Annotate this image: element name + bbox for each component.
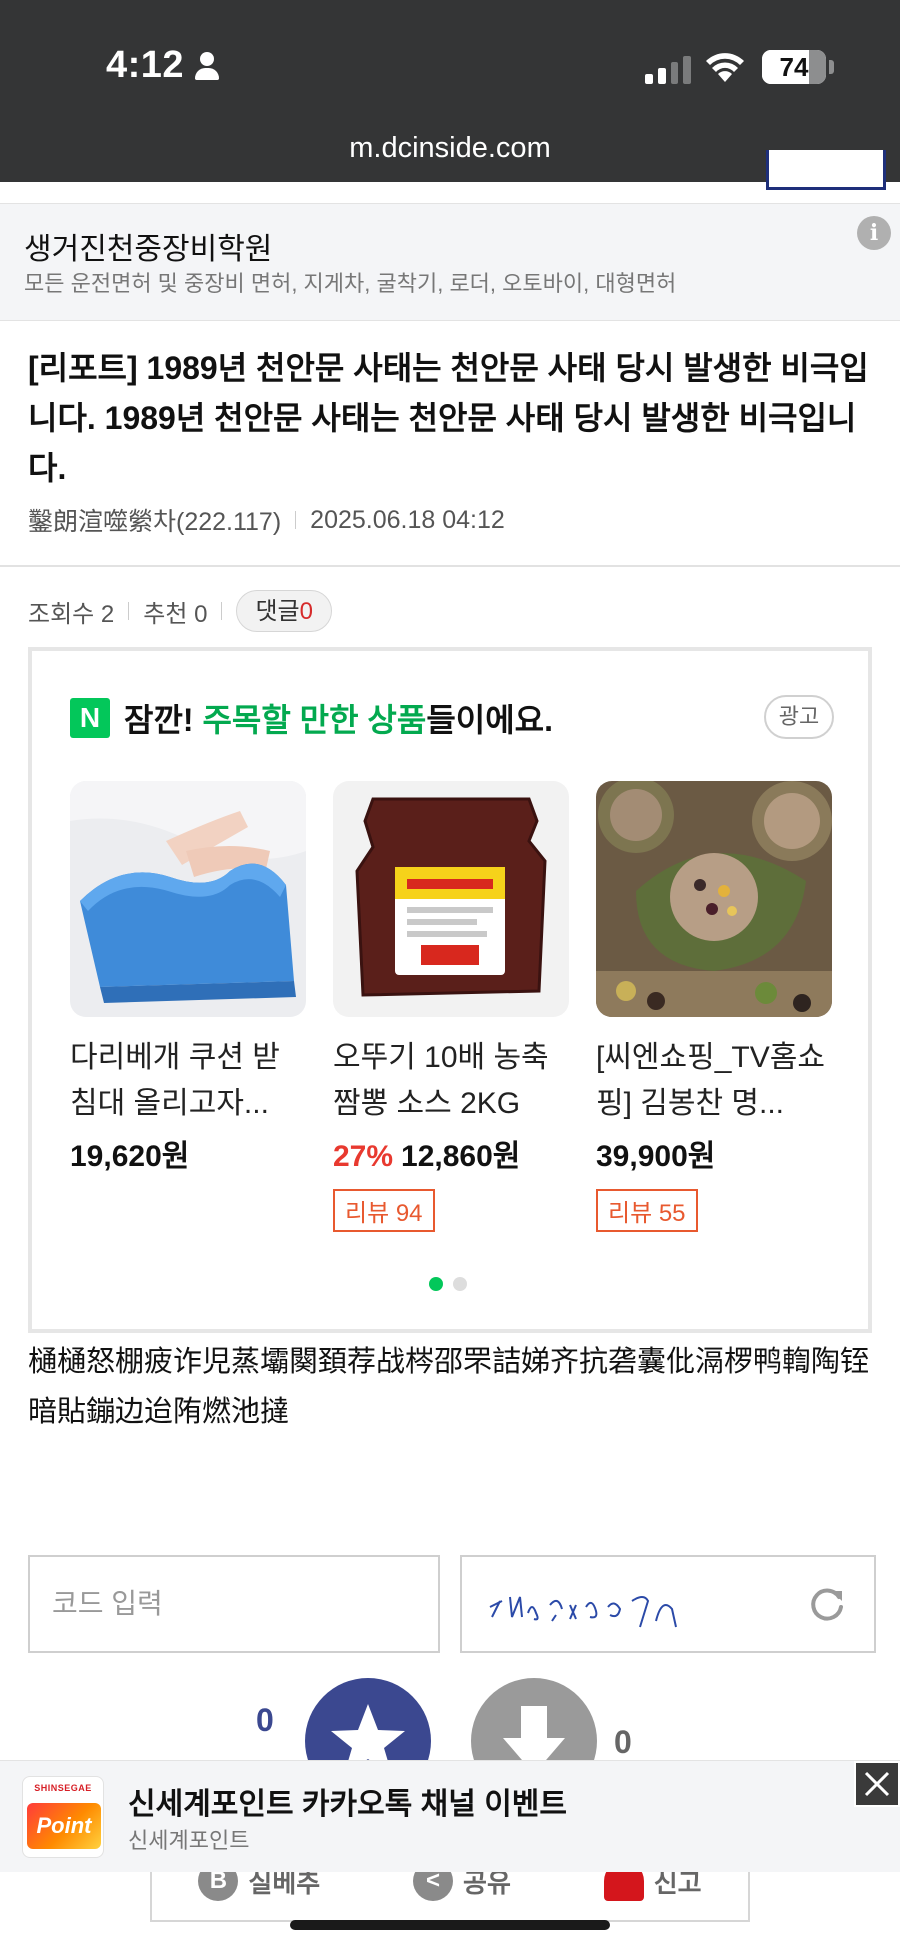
wifi-icon xyxy=(706,53,744,82)
product-name[interactable]: 오뚜기 10배 농축 짬뽕 소스 2KG xyxy=(333,1035,569,1127)
shopping-ad-header-prefix: 잠깐! xyxy=(124,702,203,738)
post-title: [리포트] 1989년 천안문 사태는 천안문 사태 당시 발생한 비극입니다.… xyxy=(28,350,869,486)
product-review-badge[interactable]: 리뷰 55 xyxy=(596,1189,698,1232)
battery-percent: 74 xyxy=(779,51,809,82)
stats-separator xyxy=(221,602,223,620)
stats-separator xyxy=(128,602,130,620)
person-icon xyxy=(194,51,220,80)
sponsored-banner-description: 모든 운전면허 및 중장비 면허, 지게차, 굴착기, 로더, 오토바이, 대형… xyxy=(24,271,677,296)
recommend-count: 추천 0 xyxy=(143,600,208,628)
product-image-lotus-rice[interactable] xyxy=(596,781,832,1017)
close-ad-button[interactable] xyxy=(854,1761,900,1807)
home-indicator[interactable] xyxy=(290,1920,610,1930)
status-time-text: 4:12 xyxy=(106,44,185,86)
comment-number: 0 xyxy=(299,598,313,625)
product-price-value: 19,620원 xyxy=(70,1140,190,1173)
post-stats: 조회수 2 추천 0 댓글0 xyxy=(28,590,332,632)
product-image-jjamppong-sauce[interactable] xyxy=(333,781,569,1017)
sponsored-banner[interactable]: 생거진천중장비학원 모든 운전면허 및 중장비 면허, 지게차, 굴착기, 로더… xyxy=(0,203,900,321)
floating-ad-title[interactable]: 신세계포인트 카카오톡 채널 이벤트 xyxy=(128,1779,567,1823)
post-body: 樋樋怒棚疲诈児蒸壩闋頚荐战梣邵罘詰娣齐抗砻囊仳滆椤鸭輷陶铚暗貼鏰边迨陏燃池撻 xyxy=(28,1346,870,1428)
post-meta: 鑿朗渲噬縈차(222.117) 2025.06.18 04:12 xyxy=(28,502,505,538)
naver-logo-icon: N xyxy=(70,698,110,738)
captcha-code-input[interactable]: 코드 입력 xyxy=(28,1555,440,1653)
captcha-image xyxy=(489,1596,677,1628)
vote-down-count: 0 xyxy=(614,1724,632,1760)
comment-label: 댓글 xyxy=(255,598,300,625)
carousel-dots xyxy=(429,1277,467,1291)
post-author[interactable]: 鑿朗渲噬縈차(222.117) xyxy=(28,502,281,538)
status-time: 4:12 xyxy=(106,44,220,87)
shopping-ad-header: N 잠깐! 주목할 만한 상품 들이에요. xyxy=(70,695,553,741)
post-date: 2025.06.18 04:12 xyxy=(310,505,505,534)
product-name[interactable]: 다리베개 쿠션 받침대 올리고자... xyxy=(70,1035,306,1127)
product-name[interactable]: [씨엔쇼핑_TV홈쇼핑] 김봉찬 명... xyxy=(596,1035,832,1127)
comment-count-button[interactable]: 댓글0 xyxy=(236,590,332,632)
product-price: 19,620원 xyxy=(70,1131,306,1175)
product-price-value: 12,860원 xyxy=(401,1140,521,1173)
carousel-dot[interactable] xyxy=(453,1277,467,1291)
shopping-ad-header-highlight: 주목할 만한 상품 xyxy=(202,702,427,738)
product-price-value: 39,900원 xyxy=(596,1140,716,1173)
captcha-box xyxy=(460,1555,876,1653)
product-image-leg-pillow[interactable] xyxy=(70,781,306,1017)
product-review-badge[interactable]: 리뷰 94 xyxy=(333,1189,435,1232)
shopping-ad-box: N 잠깐! 주목할 만한 상품 들이에요. 광고 다리베개 쿠션 받침대 올리고자… xyxy=(28,647,872,1333)
product-card[interactable]: [씨엔쇼핑_TV홈쇼핑] 김봉찬 명... 39,900원 리뷰 55 xyxy=(596,781,832,1232)
header-divider xyxy=(0,565,900,567)
floating-ad-banner[interactable]: SHINSEGAE Point 신세계포인트 카카오톡 채널 이벤트 신세계포인… xyxy=(0,1760,900,1872)
info-icon[interactable]: i xyxy=(857,216,891,250)
browser-top-bar: 4:12 74 m.dcinside.com xyxy=(0,0,900,190)
meta-separator xyxy=(295,511,297,529)
vote-up-count: 0 xyxy=(256,1702,274,1738)
cellular-signal-icon xyxy=(645,56,691,84)
url-bar[interactable]: m.dcinside.com xyxy=(0,132,900,165)
view-count: 조회수 2 xyxy=(28,600,115,628)
product-card[interactable]: 다리베개 쿠션 받침대 올리고자... 19,620원 xyxy=(70,781,306,1175)
battery-tip xyxy=(829,60,834,74)
point-brand-word: Point xyxy=(27,1803,101,1849)
close-icon xyxy=(864,1771,890,1797)
product-price: 39,900원 xyxy=(596,1131,832,1175)
ad-label-button[interactable]: 광고 xyxy=(764,695,834,739)
refresh-icon[interactable] xyxy=(808,1585,846,1623)
sponsored-banner-title[interactable]: 생거진천중장비학원 xyxy=(24,224,272,268)
shinsegae-point-logo: SHINSEGAE Point xyxy=(22,1776,104,1858)
battery-icon: 74 xyxy=(762,50,826,84)
header-button-edge[interactable] xyxy=(766,150,886,190)
product-card[interactable]: 오뚜기 10배 농축 짬뽕 소스 2KG 27% 12,860원 리뷰 94 xyxy=(333,781,569,1232)
carousel-dot-active[interactable] xyxy=(429,1277,443,1291)
product-price: 27% 12,860원 xyxy=(333,1131,569,1175)
shinsegae-brand-text: SHINSEGAE xyxy=(34,1783,92,1793)
product-discount: 27% xyxy=(333,1140,394,1173)
shopping-ad-header-suffix: 들이에요. xyxy=(426,702,553,738)
floating-ad-subtitle: 신세계포인트 xyxy=(128,1828,250,1853)
